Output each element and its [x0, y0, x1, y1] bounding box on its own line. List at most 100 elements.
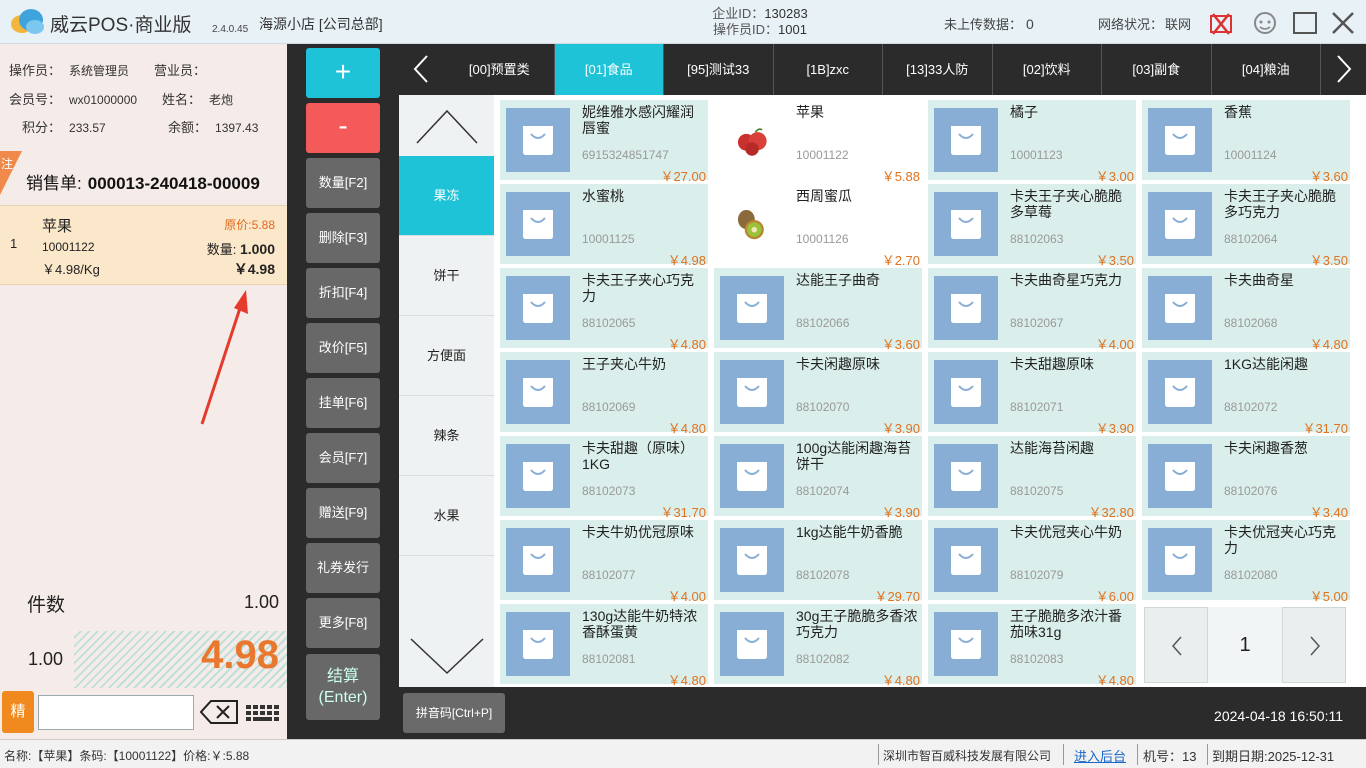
product-price: ￥5.00 — [1309, 589, 1348, 604]
product-image — [934, 360, 998, 424]
subcategory-item[interactable]: 水果 — [399, 476, 494, 556]
subcategory-down-icon[interactable] — [399, 625, 494, 687]
product-card[interactable]: 100g达能闲趣海苔饼干 88102074 ￥3.90 — [714, 436, 922, 520]
product-code: 88102081 — [582, 652, 636, 666]
shopping-bag-icon — [951, 294, 981, 323]
keyboard-icon[interactable] — [244, 701, 282, 725]
product-name: 卡夫曲奇星 — [1224, 272, 1294, 288]
voucher-button[interactable]: 礼券发行 — [306, 543, 380, 593]
product-card[interactable]: 卡夫优冠夹心巧克力 88102080 ￥5.00 — [1142, 520, 1350, 604]
product-card[interactable]: 130g达能牛奶特浓香酥蛋黄 88102081 ￥4.80 — [500, 604, 708, 688]
category-tab[interactable]: [02]饮料 — [993, 44, 1102, 95]
member-button[interactable]: 会员[F7] — [306, 433, 380, 483]
pinyin-button[interactable]: 拼音码[Ctrl+P] — [403, 693, 505, 733]
category-tab[interactable]: [95]测试33 — [664, 44, 774, 95]
product-image — [1148, 192, 1212, 256]
product-price: ￥3.00 — [1095, 169, 1134, 184]
category-tab[interactable]: [04]粮油 — [1212, 44, 1321, 95]
product-card[interactable]: 王子脆脆多浓汁番茄味31g 88102083 ￥4.80 — [928, 604, 1136, 688]
disconnect-printer-icon[interactable] — [1206, 8, 1236, 38]
category-tab[interactable]: [01]食品 — [554, 44, 664, 95]
backspace-icon[interactable] — [199, 699, 239, 725]
product-card[interactable]: 卡夫闲趣原味 88102070 ￥3.90 — [714, 352, 922, 436]
product-name: 30g王子脆脆多香浓巧克力 — [796, 608, 918, 640]
add-button[interactable]: + — [306, 48, 380, 98]
gift-button[interactable]: 赠送[F9] — [306, 488, 380, 538]
subcategory-item[interactable]: 方便面 — [399, 316, 494, 396]
operator-id: 1001 — [778, 22, 807, 37]
product-card[interactable]: 卡夫王子夹心脆脆多巧克力 88102064 ￥3.50 — [1142, 184, 1350, 268]
tab-next-icon[interactable] — [1320, 44, 1366, 95]
subcategory-item[interactable]: 果冻 — [399, 156, 494, 236]
cart-row-original-price: 原价:5.88 — [224, 218, 275, 232]
product-card[interactable]: 卡夫牛奶优冠原味 88102077 ￥4.00 — [500, 520, 708, 604]
product-name: 卡夫闲趣原味 — [796, 356, 880, 372]
more-button[interactable]: 更多[F8] — [306, 598, 380, 648]
product-info-status: 名称:【苹果】条码:【10001122】价格:￥:5.88 — [4, 749, 250, 763]
product-card[interactable]: 苹果 10001122 ￥5.88 — [714, 100, 922, 184]
category-tab[interactable]: [03]副食 — [1102, 44, 1212, 95]
backend-link[interactable]: 进入后台 — [1074, 746, 1126, 765]
product-card[interactable]: 妮维雅水感闪耀润唇蜜 6915324851747 ￥27.00 — [500, 100, 708, 184]
category-tab[interactable]: [1B]zxc — [774, 44, 883, 95]
close-icon[interactable] — [1328, 8, 1358, 38]
product-card[interactable]: 达能海苔闲趣 88102075 ￥32.80 — [928, 436, 1136, 520]
subcategory-item[interactable]: 饼干 — [399, 236, 494, 316]
product-name: 卡夫曲奇星巧克力 — [1010, 272, 1122, 288]
product-card[interactable]: 1kg达能牛奶香脆 88102078 ￥29.70 — [714, 520, 922, 604]
store-name: 海源小店 [公司总部] — [259, 16, 383, 32]
product-card[interactable]: 卡夫优冠夹心牛奶 88102079 ￥6.00 — [928, 520, 1136, 604]
delete-button[interactable]: 删除[F3] — [306, 213, 380, 263]
product-card[interactable]: 卡夫甜趣原味 88102071 ￥3.90 — [928, 352, 1136, 436]
product-code: 10001125 — [582, 232, 635, 246]
page-next-button[interactable] — [1282, 607, 1346, 683]
product-code: 88102063 — [1010, 232, 1064, 246]
product-card[interactable]: 1KG达能闲趣 88102072 ￥31.70 — [1142, 352, 1350, 436]
product-card[interactable]: 水蜜桃 10001125 ￥4.98 — [500, 184, 708, 268]
subcategory-up-icon[interactable] — [399, 95, 494, 156]
product-card[interactable]: 卡夫甜趣（原味）1KG 88102073 ￥31.70 — [500, 436, 708, 520]
product-image — [506, 360, 570, 424]
product-code: 88102065 — [582, 316, 636, 330]
shopping-bag-icon — [1165, 210, 1195, 239]
cart-row[interactable]: 1 苹果 原价:5.88 10001122 数量: 1.000 ￥4.98/Kg… — [0, 205, 287, 285]
product-card[interactable]: 30g王子脆脆多香浓巧克力 88102082 ￥4.80 — [714, 604, 922, 688]
product-card[interactable]: 橘子 10001123 ￥3.00 — [928, 100, 1136, 184]
maximize-icon[interactable] — [1290, 8, 1320, 38]
product-price: ￥32.80 — [1088, 505, 1134, 520]
category-tab[interactable]: [00]预置类 — [445, 44, 555, 95]
product-code: 88102071 — [1010, 400, 1064, 414]
product-card[interactable]: 卡夫曲奇星 88102068 ￥4.80 — [1142, 268, 1350, 352]
customer-service-icon[interactable] — [1250, 8, 1280, 38]
barcode-input[interactable] — [38, 695, 194, 730]
hold-order-button[interactable]: 挂单[F6] — [306, 378, 380, 428]
total-quantity: 1.00 — [28, 649, 64, 669]
product-price: ￥4.80 — [1309, 337, 1348, 352]
product-card[interactable]: 卡夫王子夹心脆脆多草莓 88102063 ￥3.50 — [928, 184, 1136, 268]
discount-button[interactable]: 折扣[F4] — [306, 268, 380, 318]
subtract-button[interactable]: - — [306, 103, 380, 153]
product-card[interactable]: 达能王子曲奇 88102066 ￥3.60 — [714, 268, 922, 352]
category-tab[interactable]: [13]33人防 — [883, 44, 993, 95]
product-image — [1148, 108, 1212, 172]
product-card[interactable]: 香蕉 10001124 ￥3.60 — [1142, 100, 1350, 184]
product-card[interactable]: 卡夫闲趣香葱 88102076 ￥3.40 — [1142, 436, 1350, 520]
subcategory-item[interactable]: 辣条 — [399, 396, 494, 476]
order-panel: 操作员： 系统管理员 营业员： 会员号： wx01000000 姓名： 老炮 积分： 2… — [0, 44, 287, 739]
product-code: 88102074 — [796, 484, 850, 498]
datetime: 2024-04-18 16:50:11 — [1214, 708, 1343, 724]
change-price-button[interactable]: 改价[F5] — [306, 323, 380, 373]
product-code: 88102082 — [796, 652, 850, 666]
product-card[interactable]: 卡夫曲奇星巧克力 88102067 ￥4.00 — [928, 268, 1136, 352]
checkout-button[interactable]: 结算 (Enter) — [306, 654, 380, 720]
tab-prev-icon[interactable] — [399, 44, 445, 95]
product-card[interactable]: 王子夹心牛奶 88102069 ￥4.80 — [500, 352, 708, 436]
precise-search-button[interactable]: 精 — [2, 691, 34, 733]
balance-info: 余额： 1397.43 — [168, 120, 259, 135]
function-bar: + - 数量[F2] 删除[F3] 折扣[F4] 改价[F5] 挂单[F6] 会… — [287, 44, 399, 739]
quantity-button[interactable]: 数量[F2] — [306, 158, 380, 208]
page-prev-button[interactable] — [1144, 607, 1208, 683]
product-card[interactable]: 西周蜜瓜 10001126 ￥2.70 — [714, 184, 922, 268]
product-code: 88102064 — [1224, 232, 1278, 246]
product-card[interactable]: 卡夫王子夹心巧克力 88102065 ￥4.80 — [500, 268, 708, 352]
